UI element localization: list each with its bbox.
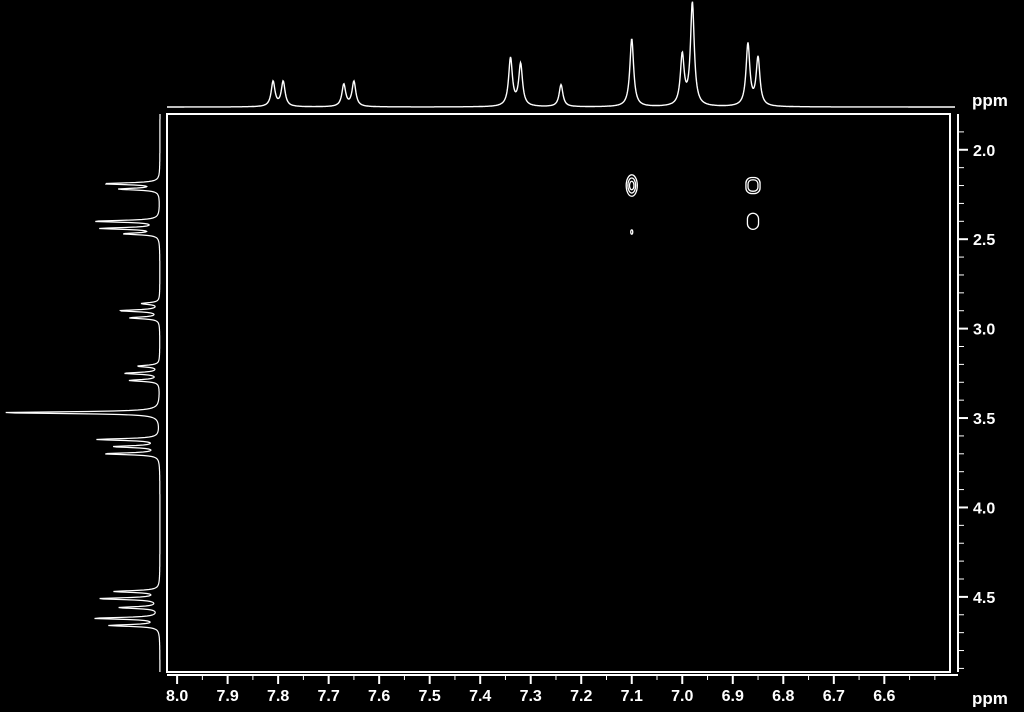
left-projection: [5, 114, 161, 672]
y-tick-label: 3.5: [973, 411, 995, 428]
spectrum-svg: 8.0 7.9 7.8 7.7 7.6 7.5 7.4 7.3 7.2 7.1 7.0 6.9 6.8 6…: [5, 1, 1008, 708]
y-tick-label: 2.5: [973, 232, 995, 249]
y-axis-label: ppm: [972, 91, 1008, 110]
x-tick-label: 6.9: [722, 688, 744, 705]
x-tick-label: 7.9: [216, 688, 238, 705]
x-axis: 8.0 7.9 7.8 7.7 7.6 7.5 7.4 7.3 7.2 7.1 7.0 6.9 6.8 6…: [166, 674, 958, 705]
contour-level: [628, 180, 635, 191]
x-tick-label: 7.1: [621, 688, 643, 705]
cross-peak: [745, 176, 761, 195]
contour-plot: [625, 174, 761, 235]
x-tick-label: 7.4: [469, 688, 491, 705]
plot-frame: [166, 113, 951, 673]
x-axis-label: ppm: [972, 689, 1008, 707]
y-tick-label: 4.5: [973, 590, 995, 607]
x-tick-label: 7.8: [267, 688, 289, 705]
top-projection: [167, 1, 955, 108]
x-tick-label: 7.7: [318, 688, 340, 705]
cross-peak: [625, 174, 638, 197]
contour-level: [630, 229, 634, 235]
top-projection-trace: [167, 1, 955, 108]
x-tick-label: 7.5: [419, 688, 441, 705]
x-tick-label: 7.6: [368, 688, 390, 705]
nmr-2d-spectrum: 8.0 7.9 7.8 7.7 7.6 7.5 7.4 7.3 7.2 7.1 7.0 6.9 6.8 6…: [0, 0, 1024, 708]
cross-peak: [746, 212, 760, 231]
x-tick-label: 8.0: [166, 688, 188, 705]
x-tick-label: 7.2: [570, 688, 592, 705]
x-tick-label: 6.7: [823, 688, 845, 705]
y-axis: 2.0 2.5 3.0 3.5 4.0 4.5: [957, 114, 995, 672]
x-tick-label: 6.6: [873, 688, 895, 705]
left-projection-trace: [5, 114, 161, 672]
contour-level: [747, 179, 759, 192]
x-tick-label: 7.3: [520, 688, 542, 705]
cross-peak: [630, 229, 634, 235]
x-tick-label: 6.8: [772, 688, 794, 705]
y-tick-label: 4.0: [973, 500, 995, 517]
y-tick-label: 2.0: [973, 143, 995, 160]
x-tick-label: 7.0: [671, 688, 693, 705]
contour-level: [746, 212, 760, 231]
y-tick-label: 3.0: [973, 322, 995, 339]
